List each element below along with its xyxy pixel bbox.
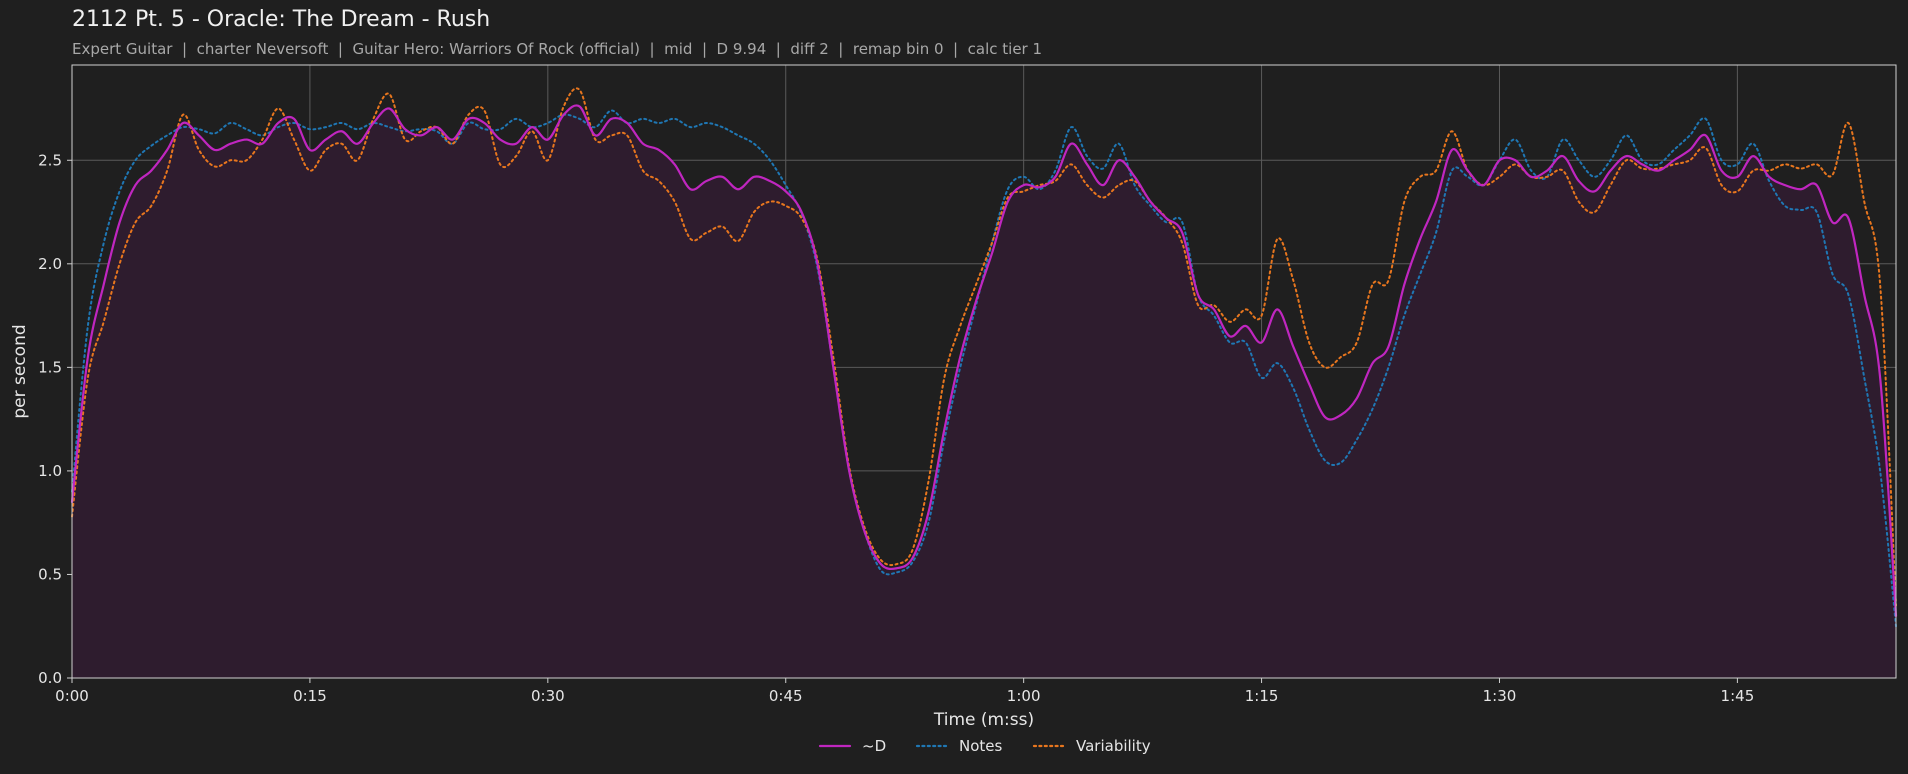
x-tick-label: 0:30 bbox=[531, 687, 565, 705]
x-tick-label: 1:30 bbox=[1483, 687, 1517, 705]
y-tick-label: 0.5 bbox=[38, 565, 62, 583]
legend-label: ~D bbox=[862, 737, 886, 755]
area-fill bbox=[72, 105, 1896, 679]
y-tick-label: 0.0 bbox=[38, 669, 62, 687]
legend: ~D Notes Variability bbox=[818, 737, 1151, 755]
y-tick-label: 2.0 bbox=[38, 255, 62, 273]
x-axis-ticks: 0:00 0:15 0:30 0:45 1:00 1:15 1:30 1:45 bbox=[55, 678, 1754, 705]
legend-item-d: ~D bbox=[818, 737, 886, 755]
x-tick-label: 0:15 bbox=[293, 687, 327, 705]
y-axis-ticks: 0.0 0.5 1.0 1.5 2.0 2.5 bbox=[38, 151, 72, 687]
y-tick-label: 1.0 bbox=[38, 462, 62, 480]
legend-label: Notes bbox=[959, 737, 1003, 755]
legend-item-variability: Variability bbox=[1032, 737, 1151, 755]
x-tick-label: 1:00 bbox=[1007, 687, 1041, 705]
y-axis-label: per second bbox=[10, 324, 30, 418]
y-tick-label: 1.5 bbox=[38, 358, 62, 376]
y-tick-label: 2.5 bbox=[38, 151, 62, 169]
x-axis-label: Time (m:ss) bbox=[933, 710, 1034, 730]
legend-item-notes: Notes bbox=[915, 737, 1003, 755]
x-tick-label: 1:15 bbox=[1245, 687, 1279, 705]
legend-label: Variability bbox=[1076, 737, 1151, 755]
line-chart: 0:00 0:15 0:30 0:45 1:00 1:15 1:30 1:45 0.0 0.5 1… bbox=[10, 64, 1898, 755]
x-tick-label: 0:00 bbox=[55, 687, 89, 705]
x-tick-label: 1:45 bbox=[1721, 687, 1755, 705]
d-area-fill bbox=[72, 105, 1896, 679]
x-tick-label: 0:45 bbox=[769, 687, 803, 705]
